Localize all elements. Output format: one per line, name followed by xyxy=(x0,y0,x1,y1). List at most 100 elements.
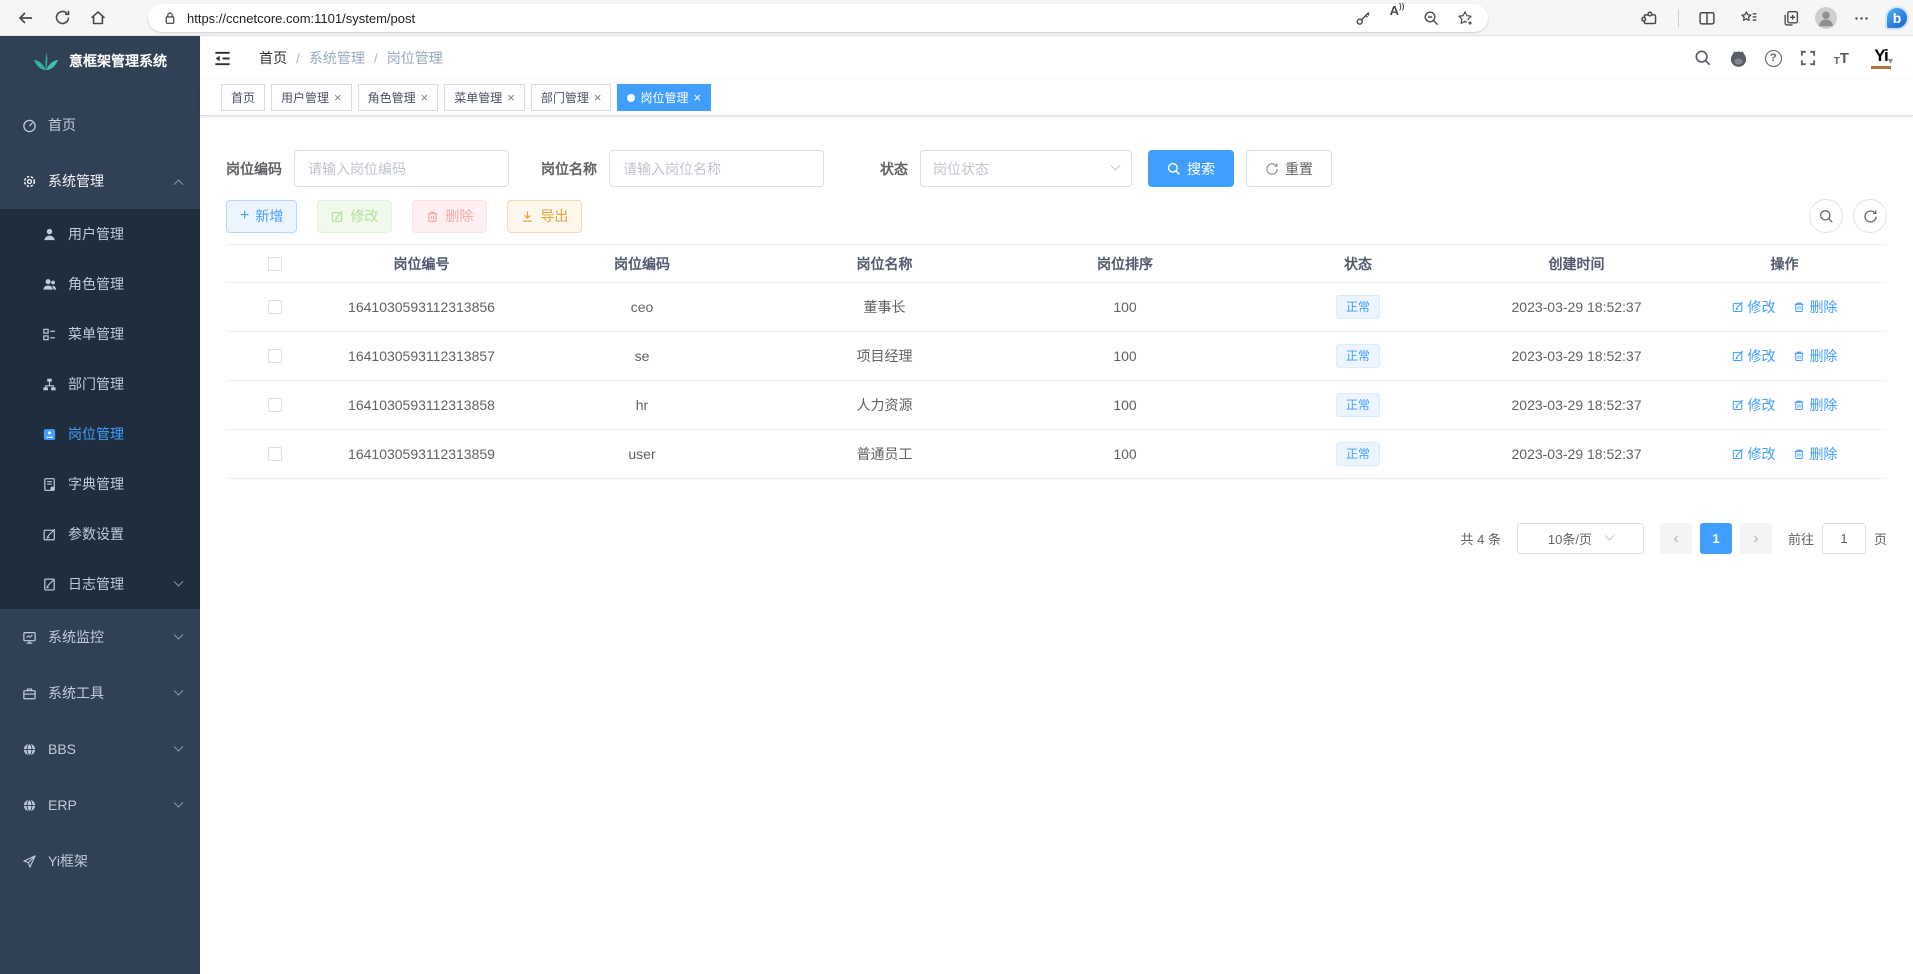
row-delete-button[interactable]: 删除 xyxy=(1793,297,1837,317)
sidebar-item-label: Yi框架 xyxy=(48,851,88,871)
page-1-button[interactable]: 1 xyxy=(1700,523,1732,554)
post-badge-icon xyxy=(42,427,57,442)
chevron-down-icon xyxy=(174,629,184,639)
home-icon[interactable] xyxy=(80,3,116,33)
org-tree-icon xyxy=(42,377,57,392)
zoom-out-icon[interactable] xyxy=(1416,3,1446,33)
refresh-icon[interactable] xyxy=(44,3,80,33)
fullscreen-icon[interactable] xyxy=(1799,49,1817,67)
tab-user-management[interactable]: 用户管理 × xyxy=(271,84,352,111)
row-delete-button[interactable]: 删除 xyxy=(1793,395,1837,415)
bing-chat-icon[interactable]: b xyxy=(1885,6,1909,30)
prev-page-button[interactable]: ‹ xyxy=(1660,523,1692,554)
row-edit-button[interactable]: 修改 xyxy=(1732,297,1776,317)
refresh-table-button[interactable] xyxy=(1853,199,1887,233)
trash-icon xyxy=(426,210,439,223)
search-icon[interactable] xyxy=(1694,49,1712,67)
tab-menu-management[interactable]: 菜单管理 × xyxy=(444,84,525,111)
post-code-input[interactable] xyxy=(294,150,509,187)
close-icon[interactable]: × xyxy=(507,90,515,105)
split-screen-icon[interactable] xyxy=(1689,3,1725,33)
delete-button-label: 删除 xyxy=(445,206,473,226)
font-size-icon[interactable]: TT xyxy=(1834,50,1849,67)
sidebar-item-system-management[interactable]: 系统管理 xyxy=(0,153,200,209)
breadcrumb-section[interactable]: 系统管理 xyxy=(309,48,365,68)
close-icon[interactable]: × xyxy=(334,90,342,105)
address-bar[interactable]: https://ccnetcore.com:1101/system/post A… xyxy=(148,4,1488,32)
sidebar-item-system-tools[interactable]: 系统工具 xyxy=(0,665,200,721)
add-button[interactable]: + 新增 xyxy=(226,200,297,233)
sidebar-item-home[interactable]: 首页 xyxy=(0,97,200,153)
close-icon[interactable]: × xyxy=(594,90,602,105)
tab-post-management[interactable]: 岗位管理 × xyxy=(617,84,711,111)
help-icon[interactable]: ? xyxy=(1765,50,1782,67)
fold-menu-icon[interactable] xyxy=(213,49,232,68)
row-checkbox[interactable] xyxy=(268,447,282,461)
delete-button[interactable]: 删除 xyxy=(412,200,487,233)
collections-star-icon[interactable] xyxy=(1731,3,1767,33)
breadcrumb-home[interactable]: 首页 xyxy=(259,48,287,68)
page-size-select[interactable]: 10条/页 xyxy=(1517,523,1644,554)
back-icon[interactable] xyxy=(8,3,44,33)
profile-avatar-icon[interactable] xyxy=(1815,7,1837,29)
user-menu[interactable]: Yi ▾ xyxy=(1866,43,1893,73)
reset-button[interactable]: 重置 xyxy=(1246,150,1332,187)
trash-icon xyxy=(1793,448,1805,460)
next-page-button[interactable]: › xyxy=(1740,523,1772,554)
pagination: 共 4 条 10条/页 ‹ 1 › 前往 页 xyxy=(226,523,1887,554)
tabs-add-icon[interactable] xyxy=(1773,3,1809,33)
status-select-placeholder: 岗位状态 xyxy=(933,159,989,179)
sidebar-item-bbs[interactable]: BBS xyxy=(0,721,200,777)
sidebar-item-role-management[interactable]: 角色管理 xyxy=(0,259,200,309)
post-name-input[interactable] xyxy=(609,150,824,187)
tab-role-management[interactable]: 角色管理 × xyxy=(358,84,439,111)
edit-icon xyxy=(331,210,344,223)
row-delete-button[interactable]: 删除 xyxy=(1793,346,1837,366)
sidebar-item-user-management[interactable]: 用户管理 xyxy=(0,209,200,259)
row-edit-button[interactable]: 修改 xyxy=(1732,444,1776,464)
github-icon[interactable] xyxy=(1729,49,1748,68)
read-aloud-icon[interactable]: A)) xyxy=(1382,3,1412,33)
sidebar-item-label: 系统监控 xyxy=(48,627,104,647)
col-post-id: 岗位编号 xyxy=(323,254,520,274)
edit-button[interactable]: 修改 xyxy=(317,200,392,233)
password-key-icon[interactable] xyxy=(1348,3,1378,33)
sidebar-item-dept-management[interactable]: 部门管理 xyxy=(0,359,200,409)
sidebar-item-post-management[interactable]: 岗位管理 xyxy=(0,409,200,459)
sidebar: 意框架管理系统 首页 系统管理 用户管理 角色管理 xyxy=(0,36,200,974)
user-icon xyxy=(42,227,57,242)
sidebar-item-param-settings[interactable]: 参数设置 xyxy=(0,509,200,559)
tab-home[interactable]: 首页 xyxy=(221,84,265,111)
url-text[interactable]: https://ccnetcore.com:1101/system/post xyxy=(187,11,415,26)
sidebar-item-erp[interactable]: ERP xyxy=(0,777,200,833)
export-button[interactable]: 导出 xyxy=(507,200,582,233)
goto-page-input[interactable] xyxy=(1822,523,1866,554)
ellipsis-icon[interactable] xyxy=(1843,3,1879,33)
tab-dept-management[interactable]: 部门管理 × xyxy=(531,84,612,111)
sidebar-item-label: 部门管理 xyxy=(68,374,124,394)
col-post-sort: 岗位排序 xyxy=(1005,254,1245,274)
row-edit-button[interactable]: 修改 xyxy=(1732,346,1776,366)
show-search-button[interactable] xyxy=(1809,199,1843,233)
select-all-checkbox[interactable] xyxy=(268,257,282,271)
cell-post-sort: 100 xyxy=(1005,299,1245,315)
row-delete-button[interactable]: 删除 xyxy=(1793,444,1837,464)
row-checkbox[interactable] xyxy=(268,398,282,412)
lock-icon[interactable] xyxy=(162,10,178,26)
favorite-add-icon[interactable] xyxy=(1450,3,1480,33)
guide-icon xyxy=(22,854,37,869)
sidebar-item-log-management[interactable]: 日志管理 xyxy=(0,559,200,609)
close-icon[interactable]: × xyxy=(693,90,701,105)
sidebar-item-system-monitor[interactable]: 系统监控 xyxy=(0,609,200,665)
status-select[interactable]: 岗位状态 xyxy=(920,150,1132,187)
sidebar-item-menu-management[interactable]: 菜单管理 xyxy=(0,309,200,359)
sidebar-item-dict-management[interactable]: 字典管理 xyxy=(0,459,200,509)
search-button[interactable]: 搜索 xyxy=(1148,150,1234,187)
row-checkbox[interactable] xyxy=(268,300,282,314)
sidebar-item-yi-framework[interactable]: Yi框架 xyxy=(0,833,200,889)
page-size-value: 10条/页 xyxy=(1548,529,1592,548)
extensions-puzzle-icon[interactable] xyxy=(1632,3,1668,33)
close-icon[interactable]: × xyxy=(421,90,429,105)
row-edit-button[interactable]: 修改 xyxy=(1732,395,1776,415)
row-checkbox[interactable] xyxy=(268,349,282,363)
